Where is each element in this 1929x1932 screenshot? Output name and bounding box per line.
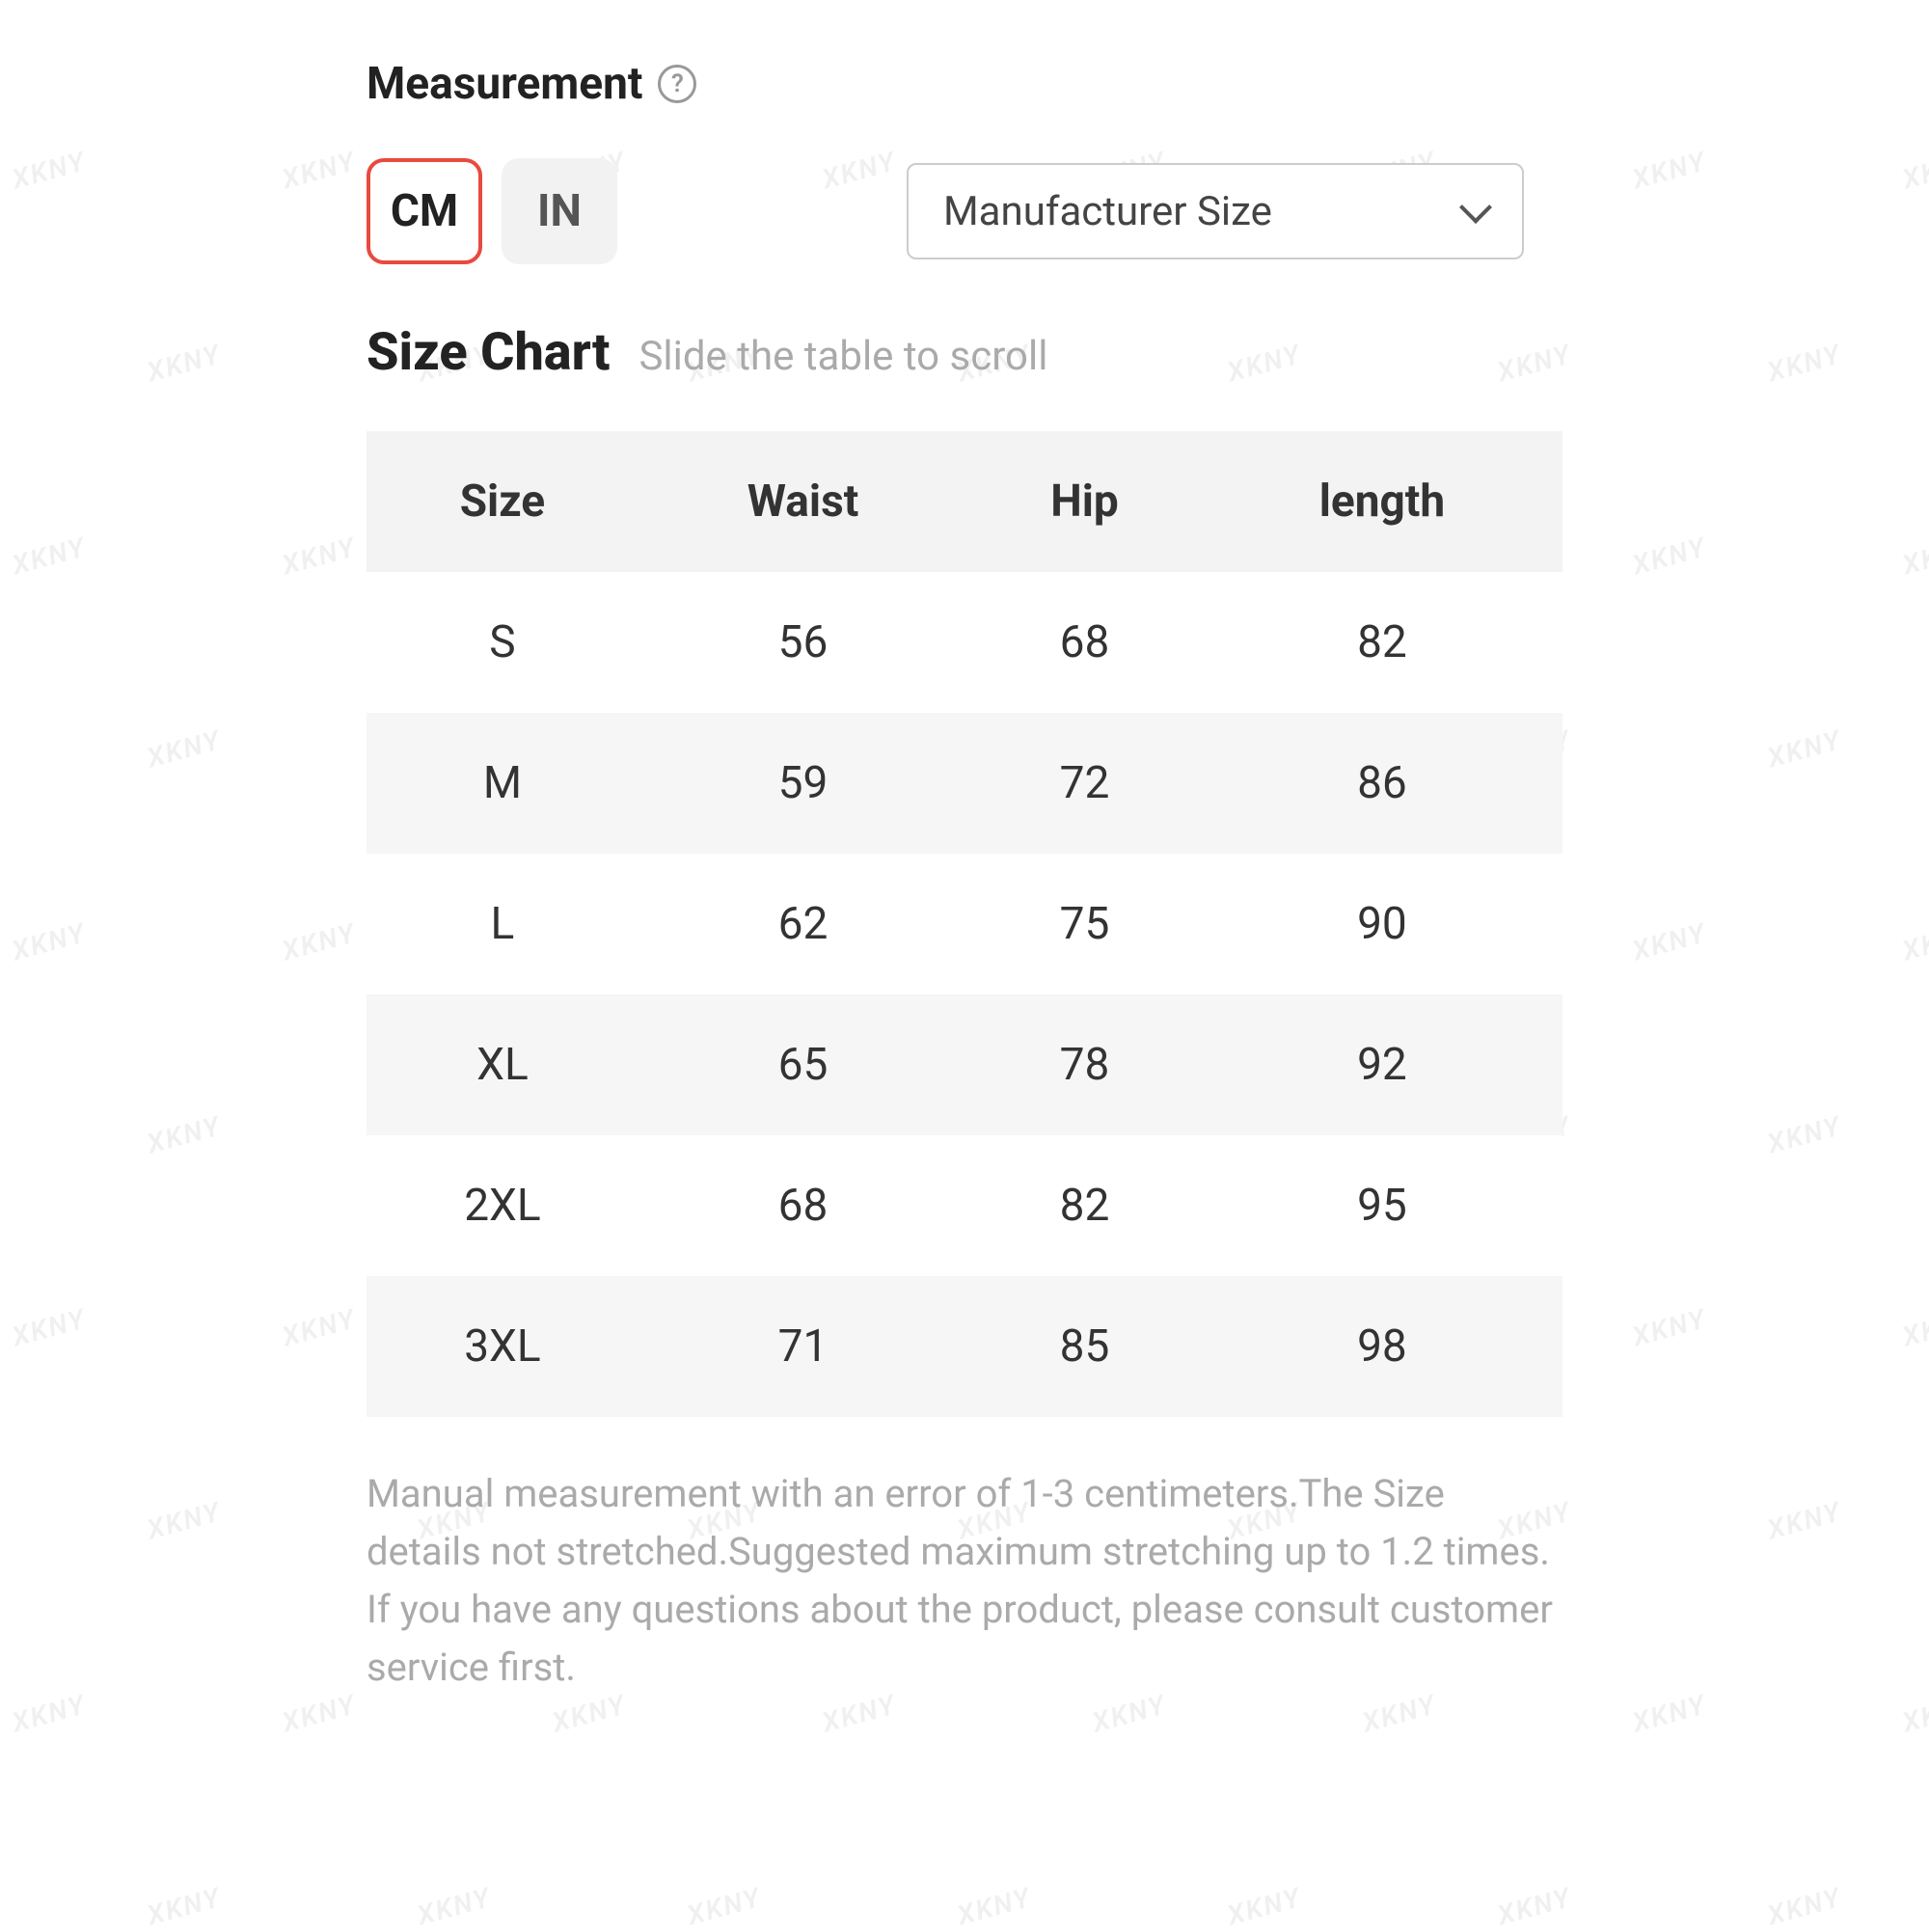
cell-waist: 68 <box>638 1135 967 1276</box>
cell-waist: 65 <box>638 994 967 1135</box>
cell-waist: 59 <box>638 713 967 854</box>
measurement-title: Measurement <box>367 58 642 110</box>
table-row: M597286 <box>367 713 1562 854</box>
controls-row: CM IN Manufacturer Size <box>367 158 1562 264</box>
cell-hip: 68 <box>967 572 1202 713</box>
cell-hip: 82 <box>967 1135 1202 1276</box>
unit-cm-button[interactable]: CM <box>367 158 482 264</box>
cell-length: 86 <box>1202 713 1562 854</box>
table-row: XL657892 <box>367 994 1562 1135</box>
table-row: 3XL718598 <box>367 1276 1562 1417</box>
cell-length: 82 <box>1202 572 1562 713</box>
unit-toggle: CM IN <box>367 158 617 264</box>
chevron-down-icon <box>1459 191 1492 224</box>
table-row: S566882 <box>367 572 1562 713</box>
size-type-dropdown[interactable]: Manufacturer Size <box>907 163 1524 259</box>
col-header-length: length <box>1202 431 1562 572</box>
dropdown-selected-label: Manufacturer Size <box>943 188 1272 235</box>
cell-waist: 71 <box>638 1276 967 1417</box>
unit-in-button[interactable]: IN <box>502 158 617 264</box>
cell-waist: 56 <box>638 572 967 713</box>
cell-size: 3XL <box>367 1276 638 1417</box>
cell-hip: 72 <box>967 713 1202 854</box>
col-header-hip: Hip <box>967 431 1202 572</box>
cell-size: XL <box>367 994 638 1135</box>
table-header-row: Size Waist Hip length <box>367 431 1562 572</box>
help-icon[interactable]: ? <box>658 65 696 103</box>
cell-length: 98 <box>1202 1276 1562 1417</box>
cell-size: M <box>367 713 638 854</box>
col-header-size: Size <box>367 431 638 572</box>
table-row: L627590 <box>367 854 1562 994</box>
cell-waist: 62 <box>638 854 967 994</box>
cell-size: 2XL <box>367 1135 638 1276</box>
size-chart-title: Size Chart <box>367 322 610 383</box>
table-row: 2XL688295 <box>367 1135 1562 1276</box>
col-header-waist: Waist <box>638 431 967 572</box>
footnote-text: Manual measurement with an error of 1-3 … <box>367 1465 1562 1697</box>
cell-length: 92 <box>1202 994 1562 1135</box>
cell-length: 95 <box>1202 1135 1562 1276</box>
size-chart-table[interactable]: Size Waist Hip length S566882M597286L627… <box>367 431 1562 1417</box>
cell-hip: 85 <box>967 1276 1202 1417</box>
cell-length: 90 <box>1202 854 1562 994</box>
cell-size: L <box>367 854 638 994</box>
cell-hip: 78 <box>967 994 1202 1135</box>
page-container: Measurement ? CM IN Manufacturer Size Si… <box>0 0 1929 1755</box>
cell-hip: 75 <box>967 854 1202 994</box>
cell-size: S <box>367 572 638 713</box>
measurement-header: Measurement ? <box>367 58 1562 110</box>
size-chart-header: Size Chart Slide the table to scroll <box>367 322 1562 383</box>
size-chart-hint: Slide the table to scroll <box>638 333 1047 380</box>
